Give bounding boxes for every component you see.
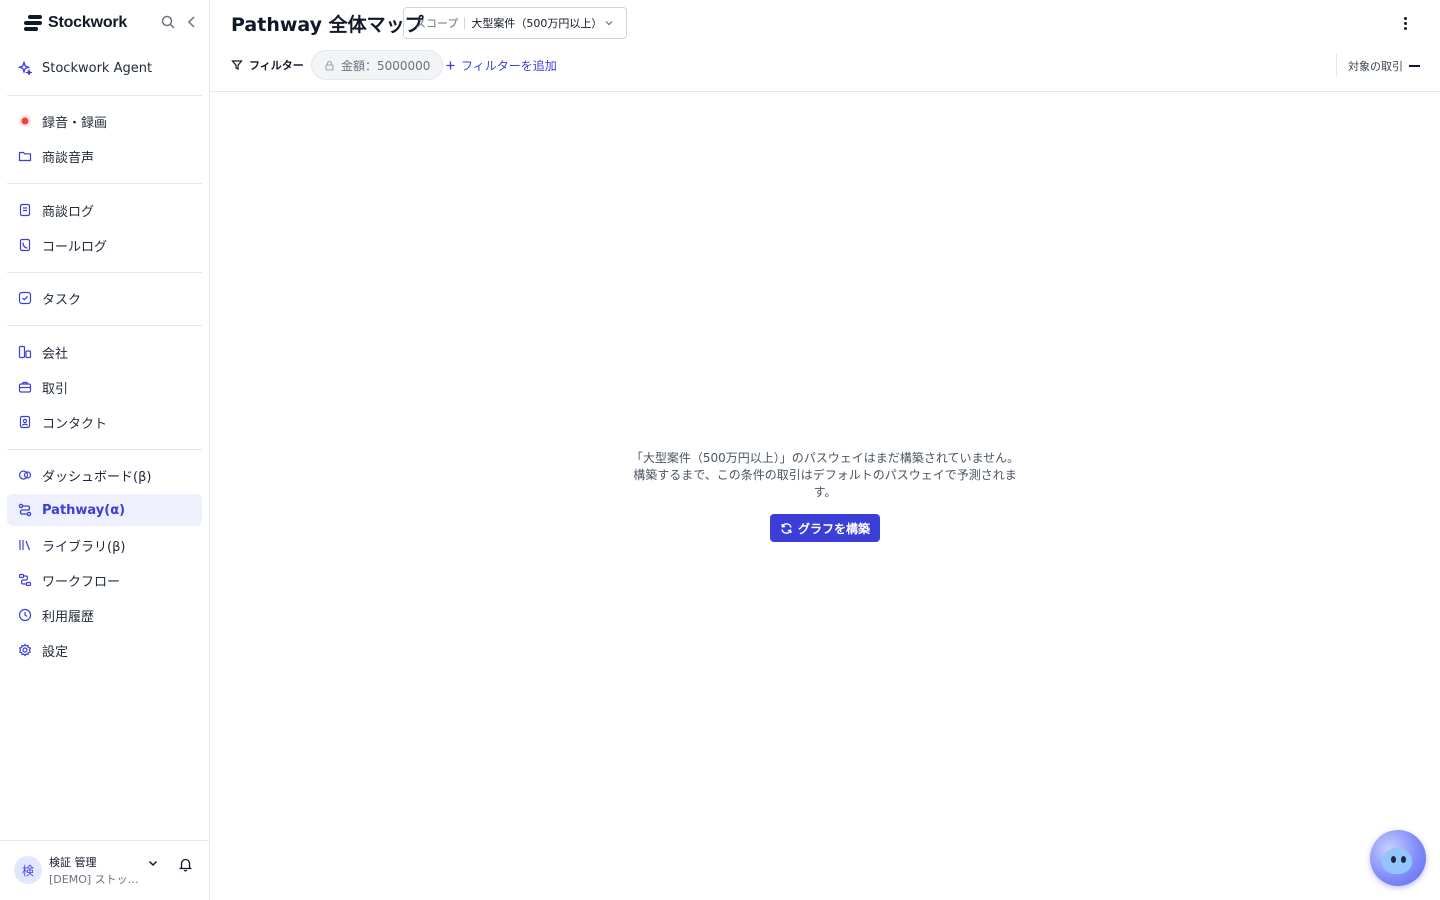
filter-icon <box>231 60 243 70</box>
check-square-icon <box>18 291 32 305</box>
contact-icon <box>18 415 32 429</box>
lock-icon <box>325 60 334 71</box>
route-icon <box>18 503 32 517</box>
user-org: [DEMO] ストックマーク <box>49 873 147 886</box>
sidebar-item-settings[interactable]: 設定 <box>7 634 202 666</box>
sidebar-item-call-log[interactable]: コールログ <box>7 229 202 261</box>
filter-chip-label: 金額：5000000 <box>341 58 431 73</box>
build-graph-button[interactable]: グラフを構築 <box>770 514 880 542</box>
sidebar-item-label: タスク <box>42 292 82 308</box>
chevron-down-icon <box>605 21 613 26</box>
library-icon <box>18 538 32 552</box>
scope-value: 大型案件（500万円以上） <box>471 17 603 30</box>
add-filter-button[interactable]: フィルターを追加 <box>445 55 557 75</box>
sidebar-item-label: 会社 <box>42 346 69 362</box>
divider <box>0 840 209 841</box>
sidebar-item-dashboard[interactable]: ダッシュボード(β) <box>7 459 202 491</box>
user-name: 検証 管理 <box>49 856 97 869</box>
mascot-icon <box>1382 848 1412 874</box>
sidebar-item-deals[interactable]: 取引 <box>7 371 202 403</box>
sidebar-item-library[interactable]: ライブラリ(β) <box>7 529 202 561</box>
pie-chart-icon <box>18 468 32 482</box>
mascot-eye <box>1401 856 1406 863</box>
bell-icon[interactable] <box>178 857 193 872</box>
folder-icon <box>18 149 32 163</box>
nav-group-media: 録音・録画 商談音声 <box>7 105 202 172</box>
nav-agent: Stockwork Agent <box>7 52 202 84</box>
brand-logo[interactable]: Stockwork <box>24 12 127 34</box>
record-icon <box>18 114 32 128</box>
sidebar-item-tasks[interactable]: タスク <box>7 282 202 314</box>
more-options-icon[interactable] <box>1397 14 1413 32</box>
build-graph-label: グラフを構築 <box>797 521 870 536</box>
sidebar-item-audio[interactable]: 商談音声 <box>7 140 202 172</box>
assistant-chat-button[interactable] <box>1370 830 1426 886</box>
divider <box>464 17 466 29</box>
sparkle-icon <box>18 61 32 75</box>
sidebar: Stockwork Stockwork Agent 録音・録画 商談音声 商談ロ… <box>0 0 210 900</box>
sidebar-item-meeting-log[interactable]: 商談ログ <box>7 194 202 226</box>
target-deals-label: 対象の取引 <box>1348 60 1403 73</box>
sidebar-item-label: ワークフロー <box>42 574 121 590</box>
workflow-icon <box>18 573 32 587</box>
sidebar-item-label: ダッシュボード(β) <box>42 469 152 485</box>
sidebar-item-recording[interactable]: 録音・録画 <box>7 105 202 137</box>
sidebar-item-label: コールログ <box>42 239 108 255</box>
sidebar-item-label: ライブラリ(β) <box>42 539 126 555</box>
filter-label: フィルター <box>249 59 304 72</box>
document-icon <box>18 203 32 217</box>
sidebar-item-label: コンタクト <box>42 416 108 432</box>
divider <box>7 183 202 184</box>
stockwork-logo-icon <box>24 14 42 32</box>
target-deals-toggle[interactable]: 対象の取引 <box>1348 58 1420 74</box>
gear-icon <box>18 643 32 657</box>
nav-group-crm: 会社 取引 コンタクト <box>7 336 202 438</box>
phone-icon <box>18 238 32 252</box>
filter-button[interactable]: フィルター <box>231 56 304 74</box>
sidebar-item-label: Pathway(α) <box>42 502 126 518</box>
page-title: Pathway 全体マップ <box>231 14 424 36</box>
divider <box>7 449 202 450</box>
divider <box>7 325 202 326</box>
mascot-eye <box>1391 856 1396 863</box>
building-icon <box>18 345 32 359</box>
scope-label: スコープ <box>415 17 459 30</box>
add-filter-label: フィルターを追加 <box>461 58 557 73</box>
sidebar-item-workflow[interactable]: ワークフロー <box>7 564 202 596</box>
divider <box>7 95 202 96</box>
divider <box>210 91 1440 92</box>
sidebar-item-label: 取引 <box>42 381 69 397</box>
brand-name: Stockwork <box>48 14 128 31</box>
refresh-icon <box>781 522 792 534</box>
search-icon[interactable] <box>160 14 176 30</box>
nav-group-logs: 商談ログ コールログ <box>7 194 202 261</box>
divider <box>1336 54 1337 76</box>
sidebar-item-contacts[interactable]: コンタクト <box>7 406 202 438</box>
chevron-down-icon[interactable] <box>147 857 159 869</box>
filter-chip-amount[interactable]: 金額：5000000 <box>311 50 444 80</box>
empty-state-message: 「大型案件（500万円以上）」のパスウェイはまだ構築されていません。 構築するま… <box>630 451 1020 499</box>
scope-select[interactable]: スコープ 大型案件（500万円以上） <box>403 7 627 39</box>
clock-icon <box>18 608 32 622</box>
sidebar-item-companies[interactable]: 会社 <box>7 336 202 368</box>
collapse-sidebar-icon[interactable] <box>184 14 200 30</box>
avatar[interactable]: 検 <box>14 856 42 884</box>
minus-icon <box>1409 65 1420 67</box>
plus-icon <box>446 61 455 69</box>
sidebar-item-label: 利用履歴 <box>42 609 95 625</box>
sidebar-item-usage-history[interactable]: 利用履歴 <box>7 599 202 631</box>
sidebar-item-pathway[interactable]: Pathway(α) <box>7 494 202 526</box>
sidebar-item-label: 商談ログ <box>42 204 95 220</box>
divider <box>7 272 202 273</box>
sidebar-item-label: 録音・録画 <box>42 115 108 131</box>
briefcase-icon <box>18 380 32 394</box>
sidebar-item-label: Stockwork Agent <box>42 60 153 76</box>
sidebar-item-label: 商談音声 <box>42 150 95 166</box>
sidebar-item-label: 設定 <box>42 644 69 660</box>
nav-group-tasks: タスク <box>7 282 202 314</box>
sidebar-item-agent[interactable]: Stockwork Agent <box>7 52 202 84</box>
nav-group-tools: ダッシュボード(β) Pathway(α) ライブラリ(β) ワークフロー 利用… <box>7 459 202 666</box>
